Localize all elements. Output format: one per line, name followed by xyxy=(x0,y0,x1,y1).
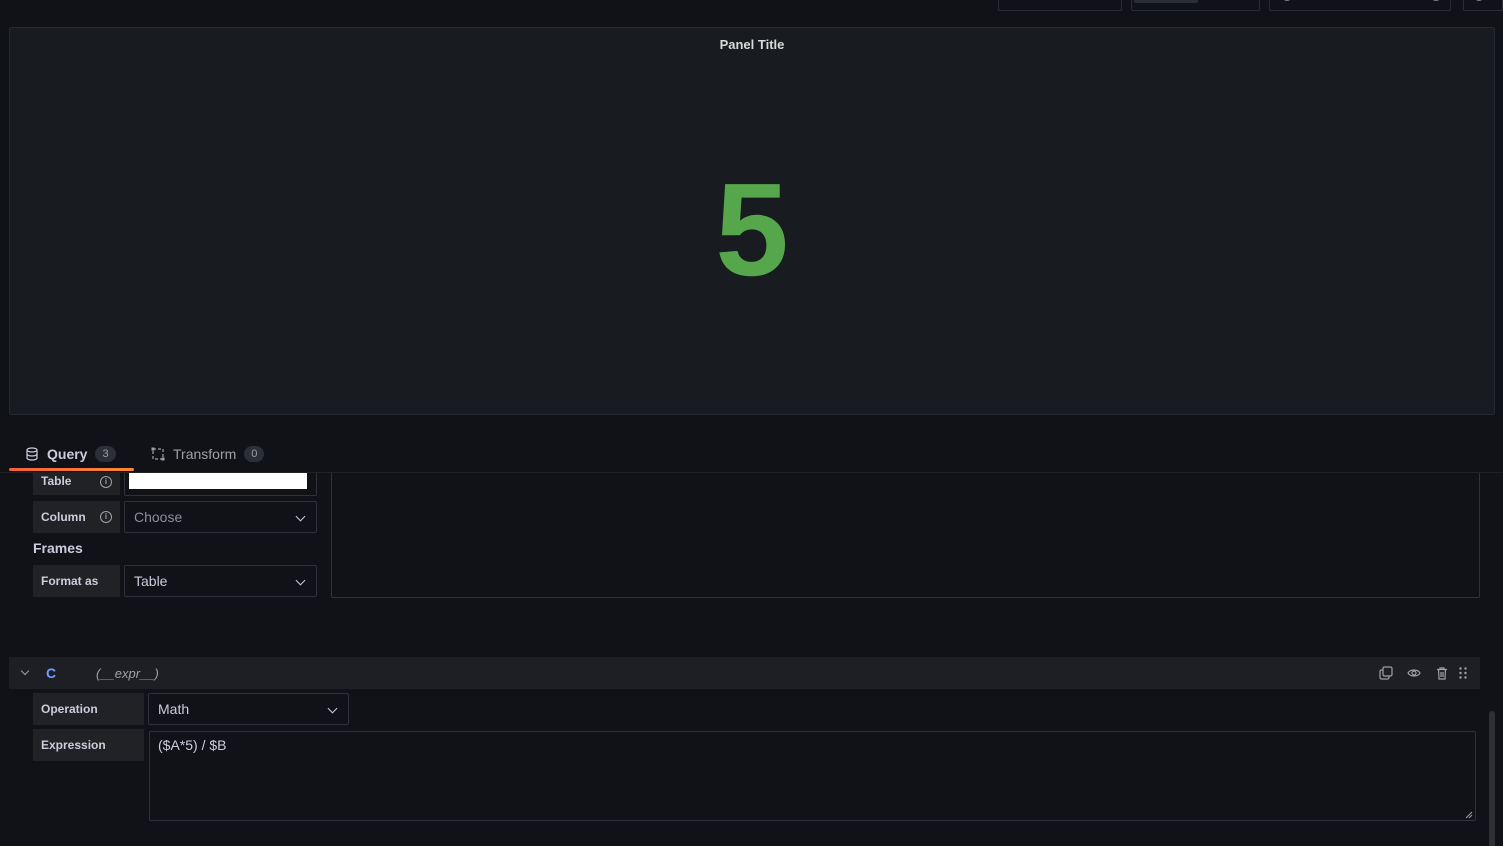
format-as-select[interactable]: Table xyxy=(124,565,317,597)
database-icon xyxy=(26,447,38,461)
chevron-down-icon xyxy=(295,575,306,586)
operation-select[interactable]: Math xyxy=(148,693,349,725)
chevron-down-icon[interactable] xyxy=(20,666,30,676)
tab-transform-label: Transform xyxy=(173,446,237,462)
zoom-out-icon[interactable] xyxy=(1430,0,1442,1)
tab-query[interactable]: Query 3 xyxy=(9,436,134,472)
chevron-down-icon xyxy=(295,511,306,522)
clock-icon xyxy=(1282,0,1292,1)
expression-label-text: Expression xyxy=(41,738,106,752)
info-icon[interactable]: i xyxy=(100,511,112,523)
column-label: Column i xyxy=(33,501,120,533)
expression-input[interactable]: ($A*5) / $B xyxy=(149,731,1476,821)
editor-tabs: Query 3 Transform 0 xyxy=(9,436,1495,472)
operation-label-text: Operation xyxy=(41,702,98,716)
info-icon[interactable]: i xyxy=(100,476,112,488)
query-ref-id[interactable]: C xyxy=(46,665,56,681)
table-input[interactable] xyxy=(129,473,307,489)
tab-transform-count: 0 xyxy=(244,446,265,462)
scrollbar[interactable] xyxy=(1489,711,1495,846)
drag-handle-icon[interactable] xyxy=(1456,666,1470,680)
stat-value: 5 xyxy=(715,156,789,303)
column-select[interactable]: Choose xyxy=(124,501,317,533)
column-label-text: Column xyxy=(41,510,86,524)
table-label-text: Table xyxy=(41,473,72,488)
top-toolbar xyxy=(0,0,1503,12)
format-as-value: Table xyxy=(134,573,168,589)
trash-icon[interactable] xyxy=(1435,666,1449,680)
tab-transform[interactable]: Transform 0 xyxy=(135,436,280,472)
query-preview-area xyxy=(331,473,1480,598)
panel-title[interactable]: Panel Title xyxy=(10,37,1494,52)
view-mode-active-segment[interactable] xyxy=(1134,0,1198,3)
refresh-icon[interactable] xyxy=(1474,0,1484,1)
expression-label: Expression xyxy=(33,729,144,761)
tab-query-count: 3 xyxy=(95,446,116,462)
format-as-label: Format as xyxy=(33,565,120,597)
table-field[interactable] xyxy=(124,473,317,496)
table-label: Table i xyxy=(33,473,120,495)
query-c-header[interactable]: C (__expr__) xyxy=(9,657,1480,689)
refresh-control[interactable] xyxy=(1463,0,1503,11)
chevron-down-icon xyxy=(327,703,338,714)
tab-query-label: Query xyxy=(47,446,88,462)
operation-label: Operation xyxy=(33,693,144,725)
operation-value: Math xyxy=(158,701,190,717)
time-picker[interactable] xyxy=(1269,0,1451,11)
frames-heading: Frames xyxy=(33,540,83,556)
toggle-control[interactable] xyxy=(998,0,1122,11)
query-type: (__expr__) xyxy=(96,666,159,681)
eye-icon[interactable] xyxy=(1407,666,1421,680)
panel-preview: Panel Title 5 xyxy=(9,27,1495,415)
format-as-label-text: Format as xyxy=(41,574,99,588)
column-select-placeholder: Choose xyxy=(134,509,183,525)
copy-icon[interactable] xyxy=(1379,666,1393,680)
view-mode-selector[interactable] xyxy=(1131,0,1260,11)
query-editor: Table i Column i Choose Frames Format as… xyxy=(0,472,1503,846)
transform-icon xyxy=(151,447,165,461)
resize-handle-icon[interactable] xyxy=(1465,811,1473,819)
